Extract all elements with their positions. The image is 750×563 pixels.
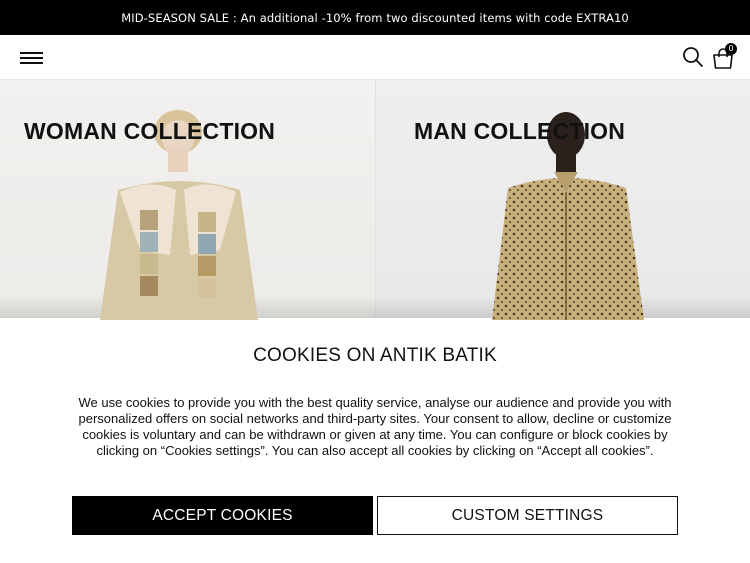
woman-collection-title: WOMAN COLLECTION	[24, 118, 276, 144]
collections-grid: WOMAN COLLECTION MAN COLLECTION	[0, 80, 750, 320]
man-collection-tile[interactable]: MAN COLLECTION	[375, 80, 750, 320]
cookie-dialog-text: We use cookies to provide you with the b…	[78, 395, 672, 458]
cookie-dialog-title: COOKIES ON ANTIK BATIK	[253, 345, 497, 366]
promo-text: MID-SEASON SALE : An additional -10% fro…	[121, 10, 629, 25]
shopping-bag-icon[interactable]: 0	[711, 43, 737, 71]
woman-model-image	[100, 110, 258, 320]
woman-collection-tile[interactable]: WOMAN COLLECTION	[0, 80, 375, 320]
hamburger-menu-icon[interactable]	[20, 49, 44, 67]
promo-banner: MID-SEASON SALE : An additional -10% fro…	[0, 0, 750, 35]
cart-count-badge: 0	[725, 43, 737, 55]
man-collection-title: MAN COLLECTION	[414, 118, 626, 144]
accept-cookies-button[interactable]: ACCEPT COOKIES	[72, 496, 373, 535]
cookie-consent-dialog: COOKIES ON ANTIK BATIK We use cookies to…	[0, 318, 750, 563]
search-icon[interactable]	[682, 46, 704, 68]
custom-settings-button[interactable]: CUSTOM SETTINGS	[377, 496, 678, 535]
man-model-image	[492, 112, 644, 320]
site-header: 0	[0, 35, 750, 80]
